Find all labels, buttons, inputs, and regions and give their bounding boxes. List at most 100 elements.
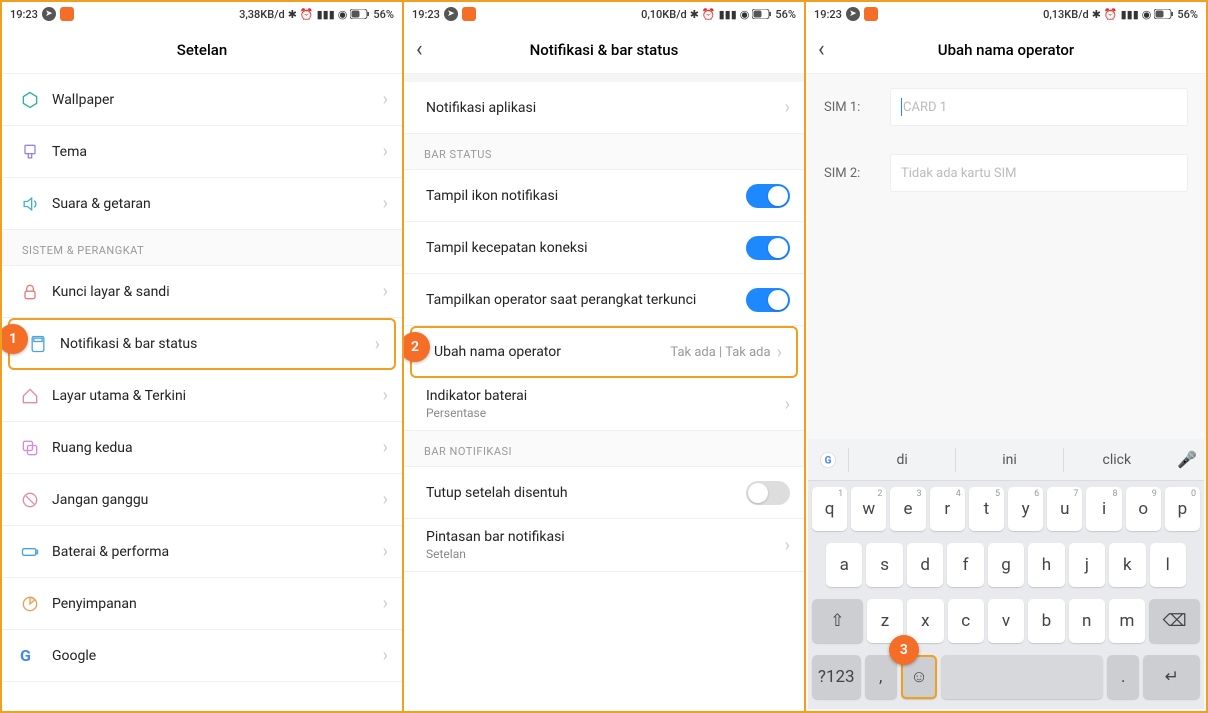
row-layar[interactable]: Layar utama & Terkini › bbox=[2, 370, 402, 422]
theme-icon bbox=[20, 142, 40, 162]
mic-icon[interactable]: 🎤 bbox=[1170, 450, 1204, 469]
row-baterai[interactable]: Baterai & performa › bbox=[2, 526, 402, 578]
label: Notifikasi & bar status bbox=[60, 336, 375, 352]
title-bar: Setelan bbox=[2, 26, 402, 74]
key-p[interactable]: p0 bbox=[1165, 487, 1200, 531]
key-d[interactable]: d bbox=[907, 543, 943, 587]
row-tema[interactable]: Tema › bbox=[2, 126, 402, 178]
battery-pct: 56% bbox=[775, 8, 796, 21]
signal-icon: ▮▮▮ bbox=[719, 8, 737, 21]
row-tampil-ikon[interactable]: Tampil ikon notifikasi bbox=[404, 170, 804, 222]
key-m[interactable]: m bbox=[1109, 599, 1145, 643]
on-screen-keyboard: G di ini click 🎤 q1w2e3r4t5y6u7i8o9p0 as… bbox=[808, 439, 1204, 709]
back-button[interactable]: ‹ bbox=[416, 37, 423, 62]
key-k[interactable]: k bbox=[1109, 543, 1145, 587]
sim2-input[interactable]: Tidak ada kartu SIM bbox=[890, 154, 1188, 192]
kb-suggestion[interactable]: ini bbox=[955, 448, 1062, 472]
row-google[interactable]: G Google › bbox=[2, 630, 402, 682]
section-barnotif: BAR NOTIFIKASI bbox=[404, 431, 804, 467]
back-button[interactable]: ‹ bbox=[818, 37, 825, 62]
key-t[interactable]: t5 bbox=[969, 487, 1004, 531]
key-x[interactable]: x bbox=[907, 599, 943, 643]
period-key[interactable]: . bbox=[1107, 655, 1139, 699]
key-s[interactable]: s bbox=[866, 543, 902, 587]
key-u[interactable]: u7 bbox=[1047, 487, 1082, 531]
key-r[interactable]: r4 bbox=[930, 487, 965, 531]
row-ruang[interactable]: Ruang kedua › bbox=[2, 422, 402, 474]
row-tampil-kec[interactable]: Tampil kecepatan koneksi bbox=[404, 222, 804, 274]
title-bar: ‹ Notifikasi & bar status bbox=[404, 26, 804, 74]
shift-key[interactable]: ⇧ bbox=[812, 599, 863, 643]
signal-icon: ▮▮▮ bbox=[1121, 8, 1139, 21]
kb-suggestion[interactable]: click bbox=[1063, 448, 1170, 472]
row-kunci[interactable]: Kunci layar & sandi › bbox=[2, 266, 402, 318]
row-notif-app[interactable]: Notifikasi aplikasi › bbox=[404, 82, 804, 134]
status-speed: 0,13KB/d bbox=[1043, 8, 1089, 21]
wallpaper-icon bbox=[20, 90, 40, 110]
row-notifikasi[interactable]: Notifikasi & bar status › bbox=[8, 318, 396, 370]
row-ubah-nama[interactable]: Ubah nama operator Tak ada | Tak ada › bbox=[410, 326, 798, 378]
row-tutup[interactable]: Tutup setelah disentuh bbox=[404, 467, 804, 519]
toggle-op[interactable] bbox=[746, 288, 790, 312]
kb-row-1: q1w2e3r4t5y6u7i8o9p0 bbox=[808, 481, 1204, 537]
row-suara[interactable]: Suara & getaran › bbox=[2, 178, 402, 230]
label: Wallpaper bbox=[52, 92, 383, 108]
key-g[interactable]: g bbox=[988, 543, 1024, 587]
row-wallpaper[interactable]: Wallpaper › bbox=[2, 74, 402, 126]
toggle-kec[interactable] bbox=[746, 236, 790, 260]
settings-list: Wallpaper › Tema › Suara & getaran › SIS… bbox=[2, 74, 402, 711]
sublabel: Setelan bbox=[426, 547, 785, 561]
row-indikator[interactable]: Indikator baterai Persentase › bbox=[404, 378, 804, 431]
symbols-key[interactable]: ?123 bbox=[812, 655, 861, 699]
status-speed: 0,10KB/d bbox=[641, 8, 687, 21]
comma-key[interactable]: , bbox=[865, 655, 897, 699]
key-y[interactable]: y6 bbox=[1008, 487, 1043, 531]
chevron-right-icon: › bbox=[383, 193, 388, 214]
key-l[interactable]: l bbox=[1150, 543, 1186, 587]
sim1-row: SIM 1: CARD 1 bbox=[806, 74, 1206, 140]
label: Google bbox=[52, 648, 383, 664]
sim1-input[interactable]: CARD 1 bbox=[890, 88, 1188, 126]
status-bar: 19:23 ➤ 3,38KB/d ✱ ⏰ ▮▮▮ ◉ 56% bbox=[2, 2, 402, 26]
row-penyimpanan[interactable]: Penyimpanan › bbox=[2, 578, 402, 630]
key-v[interactable]: v bbox=[988, 599, 1024, 643]
backspace-key[interactable]: ⌫ bbox=[1149, 599, 1200, 643]
chevron-right-icon: › bbox=[785, 535, 790, 556]
toggle-tutup[interactable] bbox=[746, 481, 790, 505]
chevron-right-icon: › bbox=[777, 342, 782, 363]
key-i[interactable]: i8 bbox=[1086, 487, 1121, 531]
row-dnd[interactable]: Jangan ganggu › bbox=[2, 474, 402, 526]
bluetooth-icon: ✱ bbox=[1092, 8, 1101, 21]
key-o[interactable]: o9 bbox=[1126, 487, 1161, 531]
label: Tampil kecepatan koneksi bbox=[426, 240, 746, 256]
key-q[interactable]: q1 bbox=[812, 487, 847, 531]
key-h[interactable]: h bbox=[1028, 543, 1064, 587]
key-e[interactable]: e3 bbox=[890, 487, 925, 531]
space-key[interactable] bbox=[941, 655, 1103, 699]
key-n[interactable]: n bbox=[1069, 599, 1105, 643]
key-a[interactable]: a bbox=[826, 543, 862, 587]
google-search-icon[interactable]: G bbox=[808, 450, 848, 470]
status-bar: 19:23 ➤ 0,10KB/d ✱ ⏰ ▮▮▮ ◉ 56% bbox=[404, 2, 804, 26]
chevron-right-icon: › bbox=[383, 541, 388, 562]
row-tampil-op[interactable]: Tampilkan operator saat perangkat terkun… bbox=[404, 274, 804, 326]
key-b[interactable]: b bbox=[1028, 599, 1064, 643]
key-c[interactable]: c bbox=[948, 599, 984, 643]
kb-suggestion[interactable]: di bbox=[848, 448, 955, 472]
alarm-icon: ⏰ bbox=[300, 8, 314, 21]
toggle-ikon[interactable] bbox=[746, 184, 790, 208]
chevron-right-icon: › bbox=[375, 334, 380, 355]
row-pintasan[interactable]: Pintasan bar notifikasi Setelan › bbox=[404, 519, 804, 572]
title-bar: ‹ Ubah nama operator bbox=[806, 26, 1206, 74]
chevron-right-icon: › bbox=[383, 385, 388, 406]
kb-suggestion-bar: G di ini click 🎤 bbox=[808, 439, 1204, 481]
key-w[interactable]: w2 bbox=[851, 487, 886, 531]
key-j[interactable]: j bbox=[1069, 543, 1105, 587]
alarm-icon: ⏰ bbox=[1104, 8, 1118, 21]
battery-pct: 56% bbox=[373, 8, 394, 21]
enter-key[interactable]: ↵ bbox=[1143, 655, 1200, 699]
label: Layar utama & Terkini bbox=[52, 388, 383, 404]
wifi-icon: ◉ bbox=[740, 8, 750, 21]
status-time: 19:23 bbox=[10, 8, 38, 21]
key-f[interactable]: f bbox=[947, 543, 983, 587]
